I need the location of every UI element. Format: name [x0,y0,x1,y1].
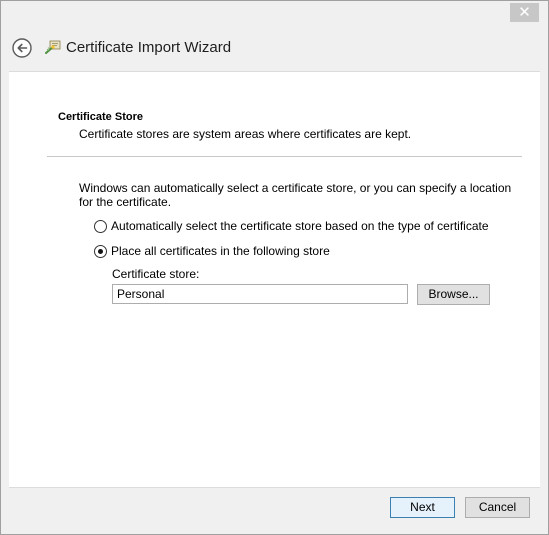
browse-button[interactable]: Browse... [417,284,490,305]
close-icon: ✕ [518,3,531,21]
close-button[interactable]: ✕ [510,3,539,22]
auto-select-label: Automatically select the certificate sto… [111,219,489,233]
section-title: Certificate Store [58,111,143,123]
certificate-store-label: Certificate store: [112,267,200,281]
certificate-store-field[interactable]: Personal [112,284,408,304]
place-in-store-label: Place all certificates in the following … [111,244,330,258]
auto-select-store-option[interactable]: Automatically select the certificate sto… [94,219,489,233]
header-divider [47,156,522,157]
certificate-import-wizard-window: ✕ Certificate Import Wizard Certificate … [0,0,549,535]
wizard-header: Certificate Import Wizard [1,25,548,71]
wizard-content: Certificate Store Certificate stores are… [9,71,540,488]
cancel-button[interactable]: Cancel [465,497,530,518]
certificate-wizard-icon [45,40,61,54]
place-in-store-option[interactable]: Place all certificates in the following … [94,244,330,258]
description-text: Windows can automatically select a certi… [79,181,512,209]
section-subtitle: Certificate stores are system areas wher… [79,127,412,141]
place-in-store-radio[interactable] [94,244,107,258]
next-button[interactable]: Next [390,497,455,518]
wizard-title: Certificate Import Wizard [66,39,232,56]
back-arrow-icon[interactable] [12,38,32,58]
auto-select-radio[interactable] [94,219,107,233]
